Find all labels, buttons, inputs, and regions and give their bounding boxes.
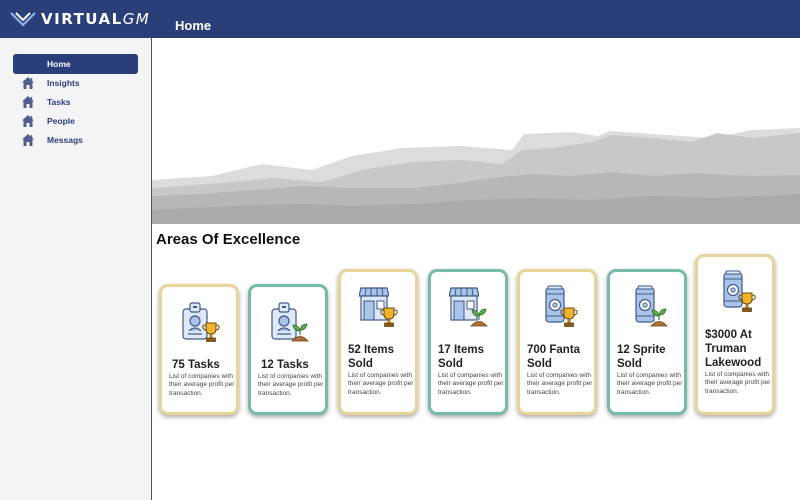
house-icon [21, 133, 35, 147]
card-description: List of companies with their average pro… [348, 372, 414, 396]
card-description: List of companies with their average pro… [258, 373, 324, 397]
card-title: 52 Items Sold [348, 344, 395, 370]
card-description: List of companies with their average pro… [438, 372, 504, 396]
achievement-card[interactable]: $3000 At Truman Lakewood List of compani… [695, 254, 775, 415]
card-title: 700 Fanta Sold [527, 344, 581, 370]
can-trophy-icon [545, 285, 578, 327]
card-title: 75 Tasks [172, 359, 220, 371]
achievement-card[interactable]: 75 Tasks List of companies with their av… [159, 284, 239, 415]
card-description: List of companies with their average pro… [617, 372, 683, 396]
sidebar-item-label: Tasks [47, 97, 71, 107]
store-sprout-icon [449, 287, 488, 327]
achievement-card[interactable]: 12 Sprite Sold List of companies with th… [607, 269, 687, 415]
sidebar-item-label: Messags [47, 135, 83, 145]
sidebar-item-messages[interactable]: Messags [13, 130, 138, 150]
sidebar-item-home[interactable]: Home [13, 54, 138, 74]
card-title: 17 Items Sold [438, 344, 485, 370]
brand-logo[interactable]: VIRTUALGM [10, 9, 150, 29]
sidebar-item-label: Insights [47, 78, 80, 88]
logo-mark-icon [10, 12, 36, 27]
logo-wordmark: VIRTUALGM [41, 10, 151, 28]
sidebar-item-people[interactable]: People [13, 111, 138, 131]
can-trophy-icon [723, 270, 756, 312]
achievement-card[interactable]: 17 Items Sold List of companies with the… [428, 269, 508, 415]
achievement-card[interactable]: 52 Items Sold List of companies with the… [338, 269, 418, 415]
achievement-card[interactable]: 12 Tasks List of companies with their av… [248, 284, 328, 415]
can-sprout-icon [635, 285, 668, 327]
sidebar-item-tasks[interactable]: Tasks [13, 92, 138, 112]
card-title: 12 Tasks [261, 359, 309, 371]
section-title: Areas Of Excellence [156, 231, 301, 248]
card-title: $3000 At Truman Lakewood [705, 329, 762, 369]
card-description: List of companies with their average pro… [705, 371, 771, 395]
achievement-card[interactable]: 700 Fanta Sold List of companies with th… [517, 269, 597, 415]
card-description: List of companies with their average pro… [527, 372, 593, 396]
card-title: 12 Sprite Sold [617, 344, 666, 370]
house-icon [21, 76, 35, 90]
sidebar-item-label: Home [47, 59, 71, 69]
house-icon [21, 95, 35, 109]
top-bar: VIRTUALGM Home [0, 0, 800, 38]
store-trophy-icon [359, 287, 398, 327]
sidebar-item-label: People [47, 116, 75, 126]
badge-trophy-icon [182, 302, 220, 342]
sidebar: Home Insights Tasks People Messags [0, 38, 152, 500]
card-description: List of companies with their average pro… [169, 373, 235, 397]
sidebar-item-insights[interactable]: Insights [13, 73, 138, 93]
badge-sprout-icon [271, 302, 309, 342]
house-icon [21, 114, 35, 128]
hero-mountain-banner [152, 38, 800, 224]
page-title: Home [175, 18, 212, 33]
